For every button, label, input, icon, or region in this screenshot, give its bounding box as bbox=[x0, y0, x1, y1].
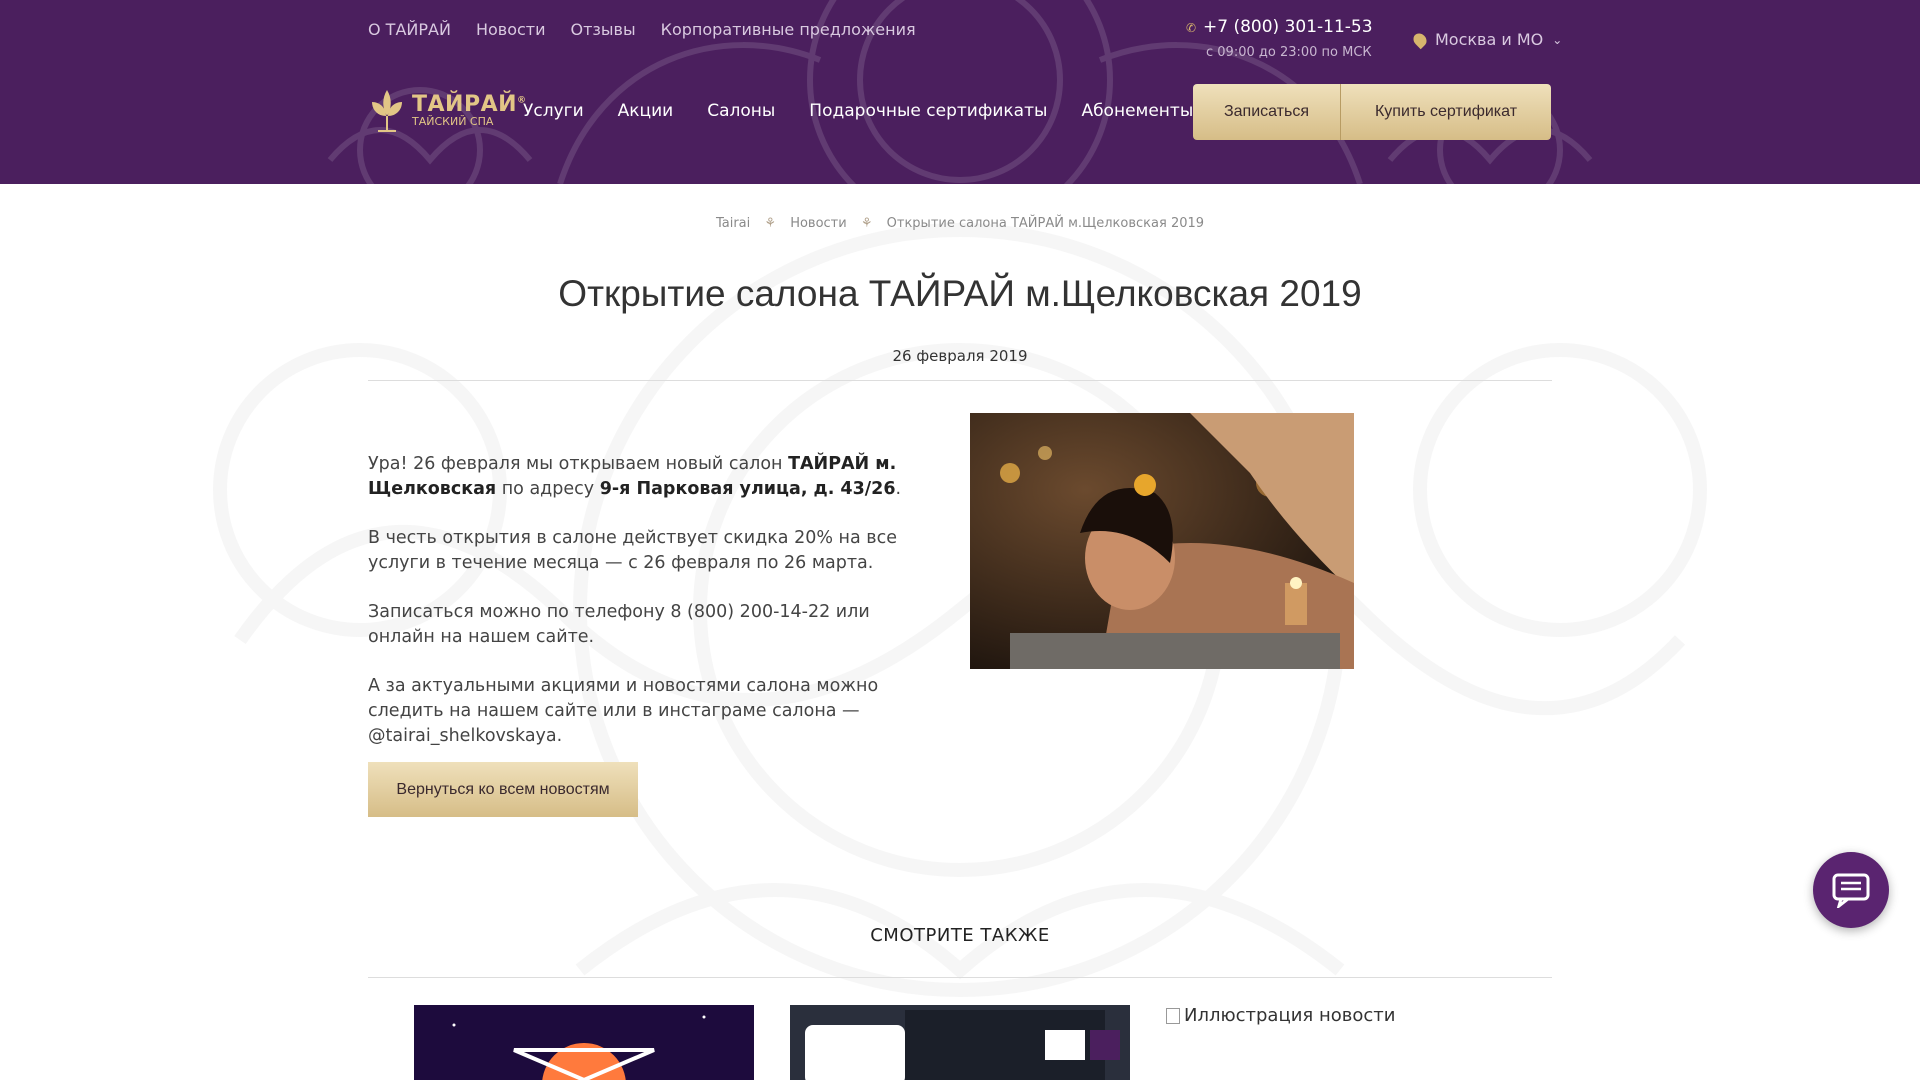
logo[interactable]: ТАЙРАЙ® ТАЙСКИЙ СПА bbox=[368, 88, 527, 132]
retro-sunset-image bbox=[414, 1005, 754, 1080]
nav-subscriptions[interactable]: Абонементы bbox=[1081, 101, 1193, 121]
article-paragraph: Ура! 26 февраля мы открываем новый салон… bbox=[368, 454, 902, 499]
breadcrumb-separator-icon: ⚘ bbox=[764, 216, 777, 231]
phone-number[interactable]: +7 (800) 301-11-53 bbox=[1203, 17, 1373, 37]
lotus-logo-icon bbox=[372, 90, 402, 132]
broken-image-icon bbox=[1166, 1008, 1180, 1024]
topnav-corporate[interactable]: Корпоративные предложения bbox=[661, 20, 916, 39]
breadcrumb-separator-icon: ⚘ bbox=[860, 216, 873, 231]
article-photo bbox=[970, 413, 1354, 669]
article-date: 26 февраля 2019 bbox=[892, 347, 1028, 365]
nav-promotions[interactable]: Акции bbox=[618, 101, 674, 121]
divider bbox=[368, 380, 1552, 381]
chat-bubble-icon bbox=[1832, 873, 1870, 908]
article-paragraph: В честь открытия в салоне действует скид… bbox=[368, 528, 897, 573]
buy-certificate-button[interactable]: Купить сертификат bbox=[1341, 84, 1551, 140]
logo-title: ТАЙРАЙ bbox=[412, 92, 518, 117]
location-pin-icon bbox=[1410, 30, 1430, 49]
phone-block[interactable]: ✆ +7 (800) 301-11-53 bbox=[1186, 17, 1373, 37]
header-cta-group: Записаться Купить сертификат bbox=[1193, 84, 1551, 140]
news-thumbnail-broken[interactable]: Иллюстрация новости bbox=[1166, 1005, 1426, 1080]
page-title: Открытие салона ТАЙРАЙ м.Щелковская 2019 bbox=[558, 273, 1362, 314]
chat-widget-button[interactable] bbox=[1813, 852, 1889, 928]
divider bbox=[368, 977, 1552, 978]
nav-services[interactable]: Услуги bbox=[523, 101, 584, 121]
city-selector[interactable]: Москва и МО ⌄ bbox=[1410, 30, 1563, 49]
topnav-news[interactable]: Новости bbox=[476, 20, 546, 39]
city-label: Москва и МО bbox=[1435, 30, 1544, 49]
site-header: О ТАЙРАЙ Новости Отзывы Корпоративные пр… bbox=[0, 0, 1920, 184]
news-thumbnail[interactable] bbox=[414, 1005, 754, 1080]
nav-salons[interactable]: Салоны bbox=[707, 101, 775, 121]
chevron-down-icon: ⌄ bbox=[1552, 32, 1563, 47]
logo-text: ТАЙРАЙ® ТАЙСКИЙ СПА bbox=[412, 92, 527, 128]
breadcrumb-home[interactable]: Tairai bbox=[716, 216, 750, 231]
phone-icon: ✆ bbox=[1186, 21, 1197, 35]
signup-button[interactable]: Записаться bbox=[1193, 84, 1341, 140]
breadcrumb-news[interactable]: Новости bbox=[790, 216, 847, 231]
see-also-heading: СМОТРИТЕ ТАКЖЕ bbox=[870, 925, 1050, 946]
broken-image-alt: Иллюстрация новости bbox=[1184, 1005, 1396, 1026]
topnav-reviews[interactable]: Отзывы bbox=[571, 20, 636, 39]
working-hours: с 09:00 до 23:00 по МСК bbox=[1206, 45, 1372, 60]
article-paragraph: А за актуальными акциями и новостями сал… bbox=[368, 676, 879, 746]
article-paragraph: Записаться можно по телефону 8 (800) 200… bbox=[368, 602, 870, 647]
news-thumbnail[interactable] bbox=[790, 1005, 1130, 1080]
header-ornament bbox=[327, 0, 1593, 184]
app-screenshot-image bbox=[790, 1005, 1130, 1080]
breadcrumb: Tairai ⚘ Новости ⚘ Открытие салона ТАЙРА… bbox=[0, 216, 1920, 231]
back-to-news-button[interactable]: Вернуться ко всем новостям bbox=[368, 762, 638, 817]
main-nav: Услуги Акции Салоны Подарочные сертифика… bbox=[523, 101, 1193, 121]
spa-massage-image bbox=[970, 413, 1354, 669]
breadcrumb-current: Открытие салона ТАЙРАЙ м.Щелковская 2019 bbox=[886, 216, 1205, 231]
article-body: Ура! 26 февраля мы открываем новый салон… bbox=[368, 452, 928, 773]
nav-gift-certificates[interactable]: Подарочные сертификаты bbox=[809, 101, 1047, 121]
top-nav: О ТАЙРАЙ Новости Отзывы Корпоративные пр… bbox=[368, 20, 916, 39]
topnav-about[interactable]: О ТАЙРАЙ bbox=[368, 20, 451, 39]
